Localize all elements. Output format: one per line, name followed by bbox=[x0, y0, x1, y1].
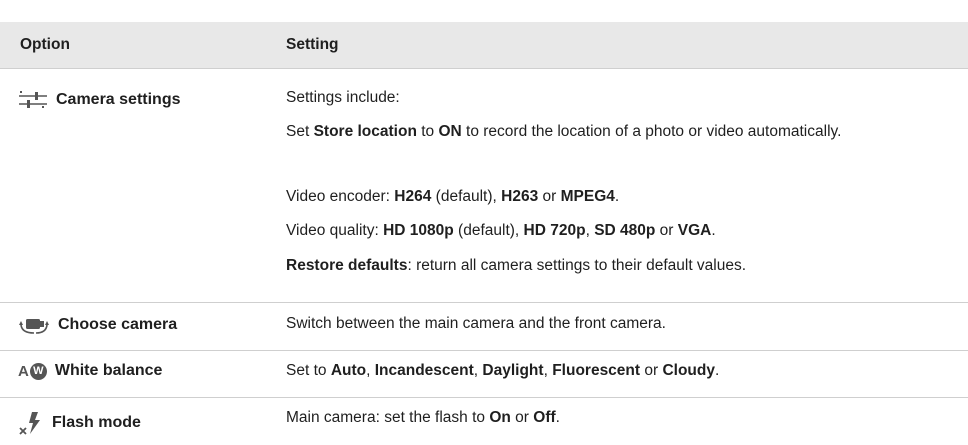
setting-text: Set to bbox=[286, 362, 331, 379]
header-setting: Setting bbox=[286, 36, 339, 53]
option-label: Choose camera bbox=[58, 316, 178, 333]
setting-text: or bbox=[510, 409, 534, 426]
setting-value: Store location bbox=[313, 123, 417, 140]
setting-value: H264 bbox=[394, 188, 432, 205]
setting-value: HD 1080p bbox=[383, 222, 454, 239]
setting-paragraph: Main camera: set the flash to On or Off. bbox=[286, 404, 926, 432]
setting-paragraph: Video quality: HD 1080p (default), HD 72… bbox=[286, 217, 926, 245]
row-divider bbox=[0, 68, 968, 69]
setting-value: Off bbox=[533, 409, 556, 426]
setting-text: or bbox=[538, 188, 561, 205]
setting-text: (default), bbox=[431, 188, 502, 205]
option-flash-mode: Flash mode bbox=[18, 410, 141, 436]
option-choose-camera: Choose camera bbox=[18, 315, 177, 335]
setting-value: MPEG4 bbox=[560, 188, 615, 205]
setting-text: or bbox=[655, 222, 678, 239]
row-divider bbox=[0, 397, 968, 398]
setting-text: (default), bbox=[453, 222, 524, 239]
setting-text: Set bbox=[286, 123, 314, 140]
row-divider bbox=[0, 302, 968, 303]
table-header: Option Setting bbox=[0, 22, 968, 68]
setting-text: Video quality: bbox=[286, 222, 384, 239]
option-camera-settings: Camera settings bbox=[18, 89, 181, 111]
setting-text: , bbox=[585, 222, 595, 239]
setting-value: Restore defaults bbox=[286, 257, 408, 274]
setting-text: or bbox=[640, 362, 663, 379]
setting-value: Cloudy bbox=[662, 362, 715, 379]
setting-text: Main camera: set the flash to bbox=[286, 409, 490, 426]
setting-value: SD 480p bbox=[594, 222, 656, 239]
setting-text: . bbox=[614, 188, 620, 205]
setting-text: , bbox=[366, 362, 375, 379]
switch-camera-icon bbox=[18, 315, 50, 335]
setting-paragraph: Settings include: bbox=[286, 84, 926, 112]
setting-value: VGA bbox=[677, 222, 712, 239]
setting-value: Auto bbox=[330, 362, 367, 379]
setting-text: to bbox=[416, 123, 439, 140]
setting-text: . bbox=[715, 362, 720, 379]
auto-white-balance-icon: A W bbox=[18, 362, 47, 380]
setting-value: HD 720p bbox=[523, 222, 586, 239]
header-option: Option bbox=[20, 36, 70, 53]
option-label: Flash mode bbox=[52, 414, 141, 431]
sliders-icon bbox=[18, 89, 48, 111]
setting-text: Settings include: bbox=[286, 89, 400, 106]
setting-paragraph: Video encoder: H264 (default), H263 or M… bbox=[286, 183, 926, 211]
setting-paragraph: Switch between the main camera and the f… bbox=[286, 310, 926, 338]
setting-text: to record the location of a photo or vid… bbox=[461, 123, 842, 140]
setting-paragraph: Set Store location to ON to record the l… bbox=[286, 118, 926, 146]
setting-value: Incandescent bbox=[374, 362, 474, 379]
setting-value: H263 bbox=[501, 188, 539, 205]
setting-text: Switch between the main camera and the f… bbox=[286, 315, 666, 332]
setting-paragraph: Restore defaults: return all camera sett… bbox=[286, 252, 926, 280]
setting-text: . bbox=[711, 222, 716, 239]
row-divider bbox=[0, 350, 968, 351]
setting-text: Video encoder: bbox=[286, 188, 395, 205]
setting-text: . bbox=[555, 409, 560, 426]
flash-off-icon bbox=[18, 410, 44, 436]
option-label: Camera settings bbox=[56, 91, 181, 108]
setting-value: ON bbox=[438, 123, 462, 140]
setting-text: : return all camera settings to their de… bbox=[407, 257, 747, 274]
setting-paragraph: Set to Auto, Incandescent, Daylight, Flu… bbox=[286, 357, 926, 385]
option-white-balance: A W White balance bbox=[18, 362, 162, 380]
options-table: Option Setting Camera settings Settings … bbox=[0, 0, 968, 445]
option-label: White balance bbox=[54, 362, 163, 379]
setting-value: Fluorescent bbox=[552, 362, 641, 379]
setting-value: Daylight bbox=[482, 362, 544, 379]
setting-value: On bbox=[489, 409, 511, 426]
setting-text: , bbox=[543, 362, 553, 379]
